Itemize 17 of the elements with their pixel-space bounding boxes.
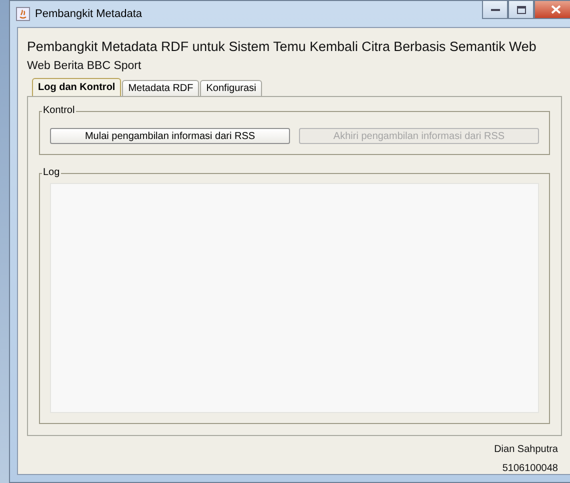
- app-subheading: Web Berita BBC Sport: [27, 60, 142, 72]
- minimize-button[interactable]: [482, 1, 508, 19]
- author-name: Dian Sahputra: [494, 444, 558, 455]
- group-title: Log: [42, 167, 61, 179]
- maximize-icon: [516, 6, 526, 14]
- app-heading: Pembangkit Metadata RDF untuk Sistem Temu Kembali Citra Berbasis Semantik Web: [27, 38, 536, 55]
- minimize-icon: [490, 8, 500, 12]
- tab[interactable]: Konfigurasi: [200, 80, 262, 96]
- close-button[interactable]: [534, 1, 570, 19]
- tab[interactable]: Log dan Kontrol: [32, 78, 122, 96]
- window-title: Pembangkit Metadata: [35, 8, 142, 20]
- action-button[interactable]: Mulai pengambilan informasi dari RSS: [50, 128, 290, 144]
- app-icon: [16, 7, 30, 21]
- close-icon: [551, 5, 561, 14]
- student-id: 5106100048: [502, 463, 558, 474]
- tab[interactable]: Metadata RDF: [122, 80, 200, 96]
- maximize-button[interactable]: [508, 1, 534, 19]
